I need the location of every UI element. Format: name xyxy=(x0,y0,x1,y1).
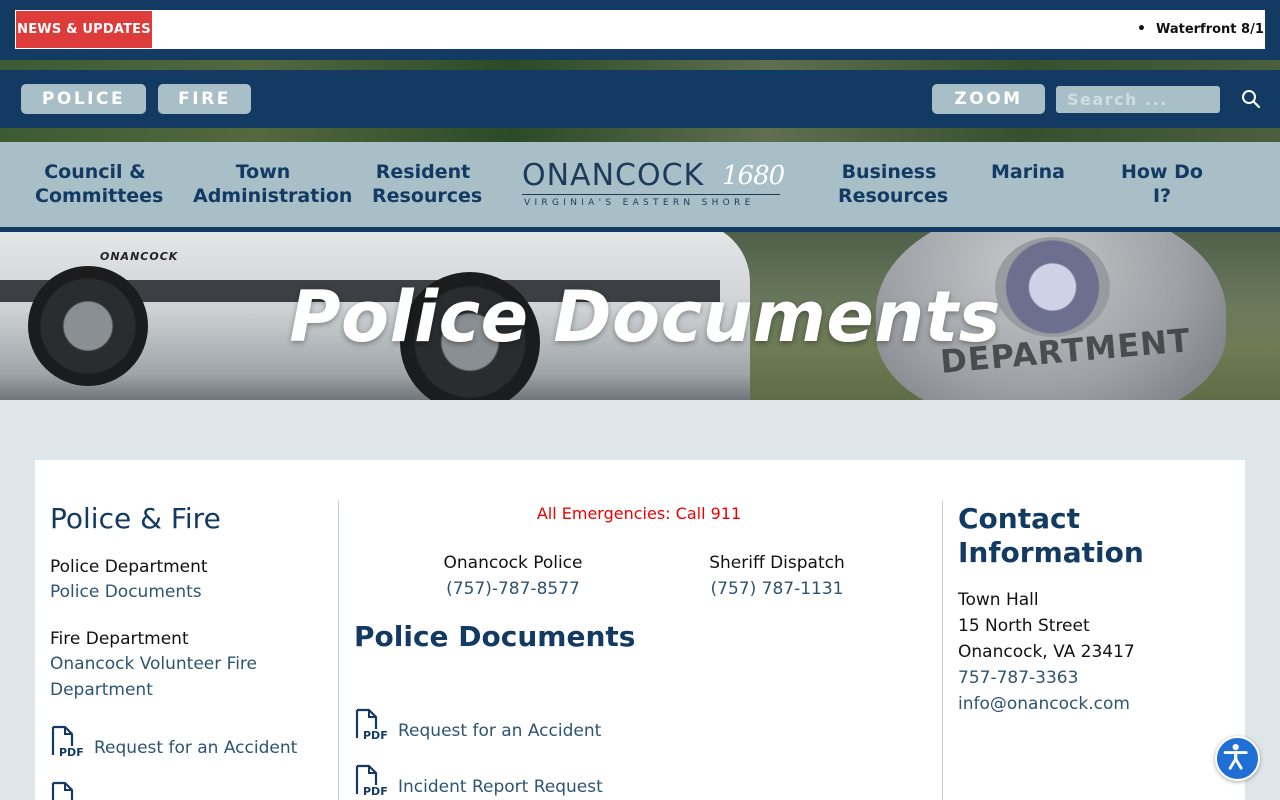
agency-phone-link[interactable]: (757)-787-8577 xyxy=(398,576,628,602)
police-button[interactable]: POLICE xyxy=(21,84,146,114)
content-card: Police & Fire Police Department Police D… xyxy=(35,460,1245,800)
contact-email-link[interactable]: info@onancock.com xyxy=(958,694,1130,714)
page-title: Police Documents xyxy=(289,276,1001,358)
pdf-icon: PDF xyxy=(355,708,388,742)
nav-item-label: Resident xyxy=(375,161,471,183)
agency-onancock-police: Onancock Police (757)-787-8577 xyxy=(398,550,628,602)
utility-bar: POLICE FIRE ZOOM xyxy=(0,70,1280,128)
nav-item-label: Marina xyxy=(991,161,1065,183)
pdf-icon: PDF xyxy=(51,725,84,759)
nav-item-business-resources[interactable]: Business Resources xyxy=(838,160,948,208)
news-ticker-label: NEWS & UPDATES xyxy=(16,11,152,48)
pdf-icon xyxy=(51,781,74,800)
column-divider xyxy=(338,500,339,800)
doc-item[interactable]: PDF Request for an Accident xyxy=(354,708,654,742)
fire-button[interactable]: FIRE xyxy=(158,84,251,114)
news-ticker-item[interactable]: Waterfront 8/11 @ xyxy=(1137,10,1265,49)
emergency-notice: All Emergencies: Call 911 xyxy=(536,504,742,523)
link-text: Onancock Volunteer Fire xyxy=(50,654,257,674)
contact-phone-link[interactable]: 757-787-3363 xyxy=(958,668,1078,688)
nav-item-label: Council & xyxy=(44,161,146,183)
nav-item-how-do-i[interactable]: How Do I? xyxy=(1118,160,1206,208)
sidebar-doc-item[interactable]: PDF Request for an Accident xyxy=(50,725,320,759)
volunteer-fire-department-link[interactable]: Onancock Volunteer Fire Department xyxy=(50,651,257,703)
link-text: Department xyxy=(50,680,153,700)
contact-title: Contact Information xyxy=(958,502,1144,569)
nav-item-town-administration[interactable]: Town Administration xyxy=(193,160,352,208)
nav-item-label: Business xyxy=(841,161,937,183)
nav-item-resident-resources[interactable]: Resident Resources xyxy=(372,160,482,208)
doc-link-text: Request for an Accident xyxy=(398,721,602,741)
svg-text:PDF: PDF xyxy=(59,746,84,759)
nav-item-label: How Do xyxy=(1121,161,1203,183)
nav-item-label: Town xyxy=(235,161,291,183)
search-icon[interactable] xyxy=(1241,89,1261,109)
police-department-label: Police Department xyxy=(50,557,208,577)
accessibility-button[interactable] xyxy=(1215,736,1260,781)
section-title: Police Documents xyxy=(354,620,636,653)
search-input[interactable] xyxy=(1056,86,1220,113)
agency-name: Sheriff Dispatch xyxy=(709,553,845,573)
svg-text:PDF: PDF xyxy=(363,785,388,798)
agency-phone-link[interactable]: (757) 787-1131 xyxy=(662,576,892,602)
hero-banner: ONANCOCK DEPARTMENT Police Documents xyxy=(0,232,1280,400)
contact-street: 15 North Street xyxy=(958,616,1090,636)
news-ticker-bar: NEWS & UPDATES Waterfront 8/11 @ xyxy=(0,0,1280,60)
zoom-button[interactable]: ZOOM xyxy=(932,84,1045,114)
agency-sheriff-dispatch: Sheriff Dispatch (757) 787-1131 xyxy=(662,550,892,602)
logo-year: 1680 xyxy=(722,161,785,191)
agency-name: Onancock Police xyxy=(443,553,583,573)
pdf-icon: PDF xyxy=(355,764,388,798)
nav-item-label: Resources xyxy=(372,185,483,207)
hero-car-text: ONANCOCK xyxy=(100,250,179,263)
nav-item-marina[interactable]: Marina xyxy=(990,160,1066,184)
contact-city: Onancock, VA 23417 xyxy=(958,642,1135,662)
nav-item-label: I? xyxy=(1152,185,1172,207)
fire-department-label: Fire Department xyxy=(50,629,189,649)
nav-item-label: Administration xyxy=(193,185,353,207)
doc-link-text: Request for an Accident xyxy=(94,738,298,758)
logo-wordmark: ONANCOCK xyxy=(522,158,705,193)
sidebar-title: Police & Fire xyxy=(50,502,221,535)
news-ticker: NEWS & UPDATES Waterfront 8/11 @ xyxy=(14,9,1266,50)
nav-item-label: Resources xyxy=(838,185,949,207)
sidebar-doc-item[interactable] xyxy=(50,781,320,800)
onancock-logo[interactable]: ONANCOCK 1680 VIRGINIA'S EASTERN SHORE xyxy=(522,158,785,214)
column-divider xyxy=(942,500,943,800)
doc-link-text: Incident Report Request xyxy=(398,777,603,797)
logo-tagline: VIRGINIA'S EASTERN SHORE xyxy=(524,198,755,208)
accessibility-icon xyxy=(1223,744,1248,770)
nav-item-council-committees[interactable]: Council & Committees xyxy=(35,160,163,208)
police-documents-link[interactable]: Police Documents xyxy=(50,579,202,605)
svg-text:PDF: PDF xyxy=(363,729,388,742)
doc-item[interactable]: PDF Incident Report Request xyxy=(354,764,654,798)
main-nav: Council & Committees Town Administration… xyxy=(0,142,1280,232)
nav-item-label: Committees xyxy=(35,185,164,207)
logo-rule xyxy=(522,194,780,195)
contact-label: Town Hall xyxy=(958,590,1039,610)
